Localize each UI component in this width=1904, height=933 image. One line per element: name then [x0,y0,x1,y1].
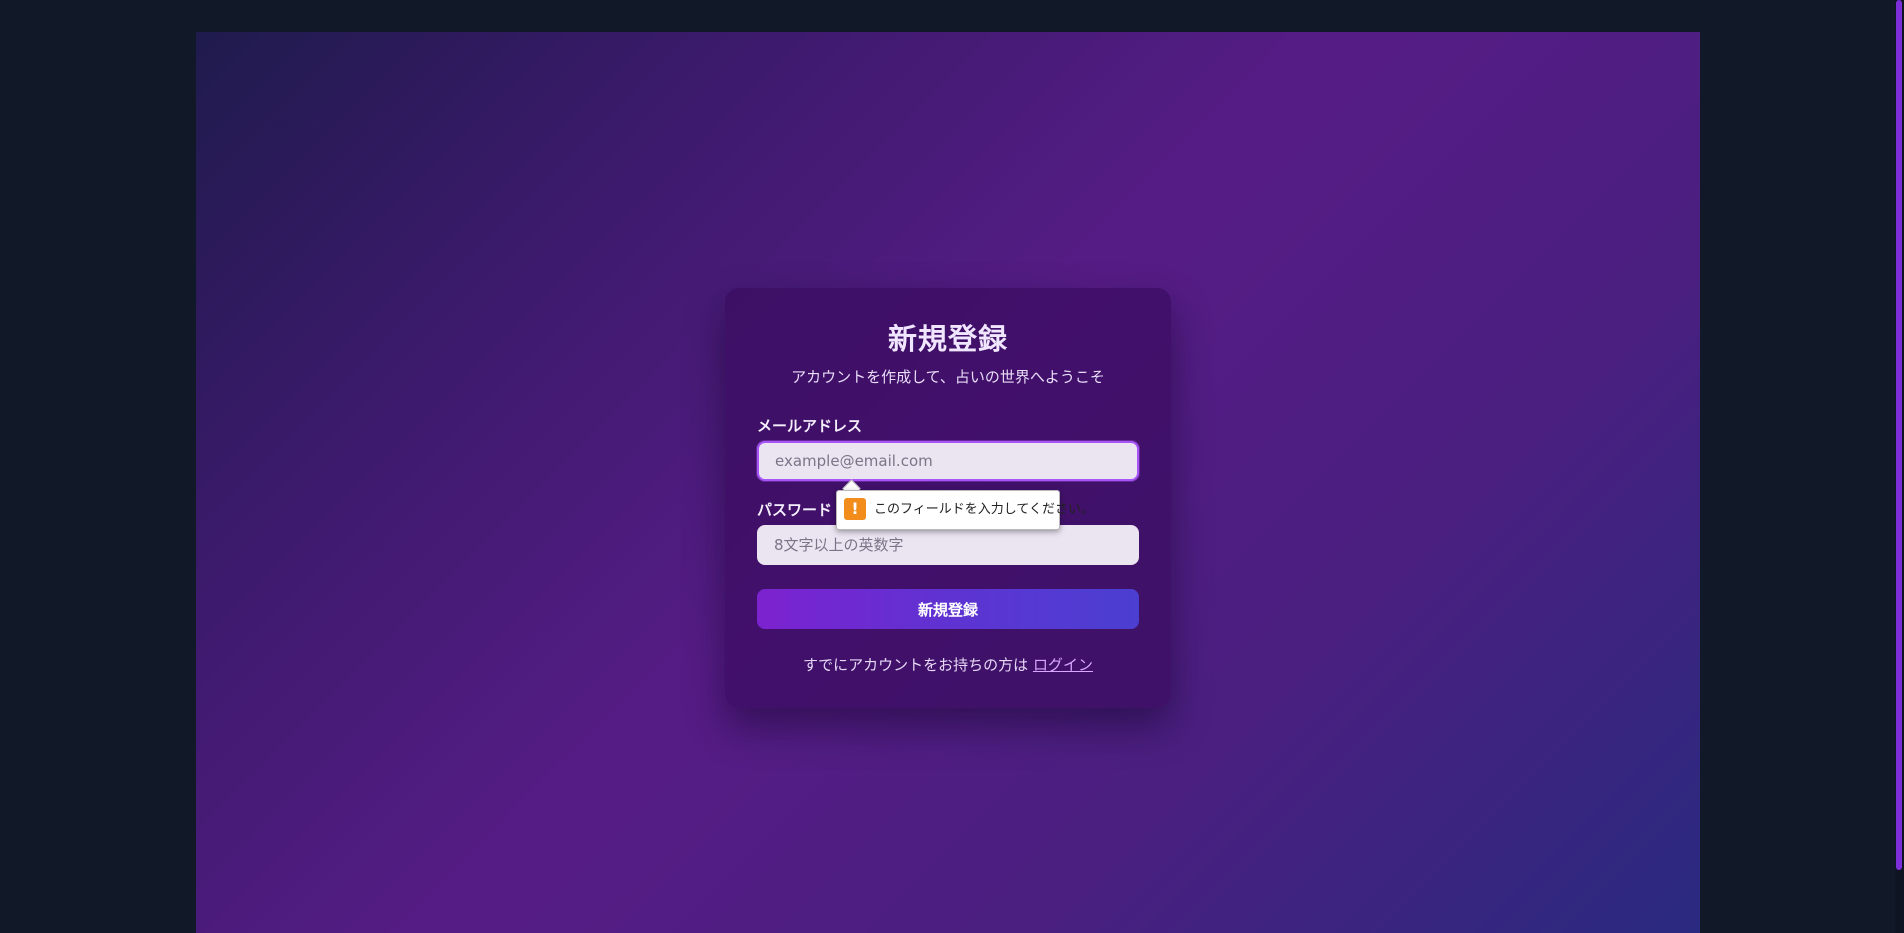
page-subtitle: アカウントを作成して、占いの世界へようこそ [791,368,1105,386]
password-label: パスワード [757,501,833,519]
email-label: メールアドレス [757,417,863,435]
scrollbar-thumb[interactable] [1896,0,1902,870]
validation-message: このフィールドを入力してください。 [874,502,1094,517]
email-field[interactable] [757,441,1139,481]
password-field[interactable] [757,525,1139,565]
warning-icon: ! [844,498,866,520]
signup-button[interactable]: 新規登録 [757,589,1139,629]
page-title: 新規登録 [887,322,1008,356]
login-prompt: すでにアカウントをお持ちの方は ログイン [725,654,1171,676]
login-prompt-text: すでにアカウントをお持ちの方は [803,656,1033,674]
login-link[interactable]: ログイン [1033,656,1093,674]
